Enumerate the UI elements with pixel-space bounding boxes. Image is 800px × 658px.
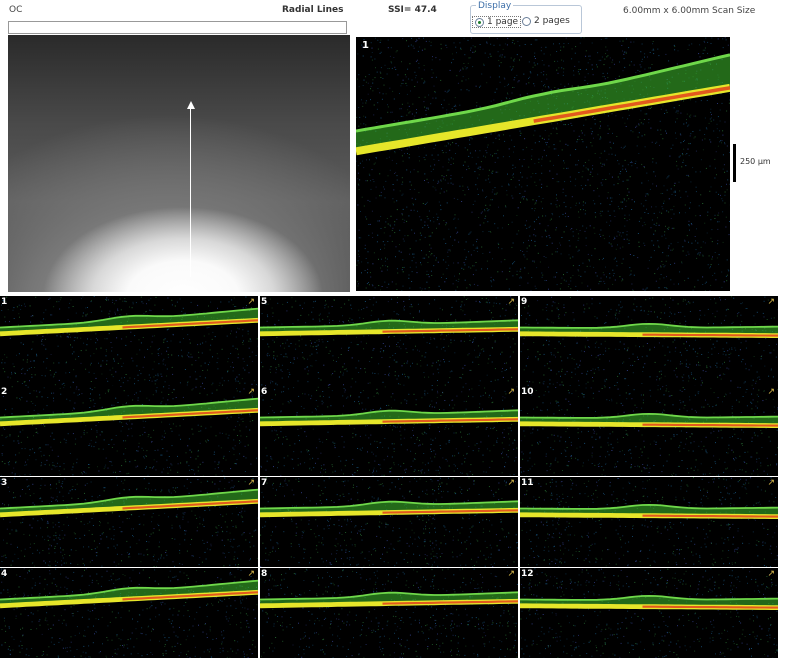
bscan-thumbnail-render: [520, 296, 778, 386]
bscan-thumbnail-number: 2: [1, 387, 8, 397]
main-bscan-image[interactable]: [356, 37, 730, 291]
radio-selected-icon[interactable]: [475, 17, 484, 27]
scan-direction-arrow-icon: ↗: [767, 387, 775, 397]
bscan-thumbnail[interactable]: 9 ↗: [520, 296, 778, 386]
enface-image-title-bar: [8, 21, 347, 34]
bscan-thumbnail[interactable]: 1 ↗: [0, 296, 258, 386]
bscan-thumbnail-render: [260, 296, 518, 386]
scan-type-label: Radial Lines: [282, 5, 344, 15]
main-bscan-number: 1: [362, 40, 369, 51]
bscan-thumbnail-number: 7: [261, 478, 268, 488]
scan-direction-arrow-icon: ↗: [767, 297, 775, 307]
bscan-thumbnail[interactable]: 8 ↗: [260, 568, 518, 658]
bscan-thumbnail[interactable]: 11 ↗: [520, 477, 778, 567]
scan-direction-arrow-icon: ↗: [507, 569, 515, 579]
ssi-label: SSI= 47.4: [388, 5, 437, 15]
bscan-thumbnail-render: [520, 568, 778, 658]
bscan-thumbnail-number: 1: [1, 297, 8, 307]
scan-direction-arrow-icon: ↗: [247, 569, 255, 579]
scale-bar-label: 250 µm: [740, 157, 771, 166]
scan-direction-arrow-icon: [187, 101, 195, 109]
scan-direction-arrow-icon: ↗: [507, 387, 515, 397]
display-option-label: 2 pages: [534, 16, 570, 26]
scan-direction-arrow-icon: ↗: [247, 297, 255, 307]
bscan-thumbnail-render: [0, 296, 258, 386]
radio-icon[interactable]: [522, 16, 531, 26]
bscan-thumbnail-render: [520, 386, 778, 476]
eye-label: OC: [9, 5, 23, 15]
bscan-thumbnail[interactable]: 6 ↗: [260, 386, 518, 476]
bscan-thumbnail[interactable]: 7 ↗: [260, 477, 518, 567]
scan-direction-arrow-icon: ↗: [767, 478, 775, 488]
bscan-thumbnail-number: 6: [261, 387, 268, 397]
bscan-thumbnail-render: [0, 568, 258, 658]
display-option-label: 1 page: [487, 17, 519, 27]
scan-direction-arrow-icon: ↗: [247, 478, 255, 488]
bscan-thumbnail-number: 9: [521, 297, 528, 307]
scan-direction-arrow-icon: ↗: [507, 297, 515, 307]
bscan-thumbnail-number: 3: [1, 478, 8, 488]
bscan-thumbnail-number: 4: [1, 569, 8, 579]
bscan-thumbnail-number: 12: [521, 569, 534, 579]
bscan-thumbnail[interactable]: 10 ↗: [520, 386, 778, 476]
display-option-1-page[interactable]: 1 page: [472, 16, 522, 28]
bscan-thumbnail[interactable]: 4 ↗: [0, 568, 258, 658]
scan-direction-arrow-icon: ↗: [507, 478, 515, 488]
bscan-thumbnail-render: [260, 477, 518, 567]
main-bscan-render: [356, 37, 730, 291]
bscan-thumbnail-number: 5: [261, 297, 268, 307]
scan-line-indicator[interactable]: [190, 109, 191, 277]
bscan-thumbnail[interactable]: 5 ↗: [260, 296, 518, 386]
bscan-thumbnail-render: [260, 386, 518, 476]
bscan-thumbnail-number: 10: [521, 387, 534, 397]
bscan-thumbnail-render: [0, 386, 258, 476]
bscan-thumbnail[interactable]: 3 ↗: [0, 477, 258, 567]
bscan-thumbnail-render: [0, 477, 258, 567]
bscan-thumbnail-number: 11: [521, 478, 534, 488]
bscan-thumbnail-render: [520, 477, 778, 567]
scale-bar: [733, 144, 736, 182]
scan-size-label: 6.00mm x 6.00mm Scan Size: [623, 6, 756, 16]
scan-direction-arrow-icon: ↗: [767, 569, 775, 579]
bscan-thumbnail[interactable]: 2 ↗: [0, 386, 258, 476]
bscan-thumbnail-number: 8: [261, 569, 268, 579]
bscan-thumbnail-render: [260, 568, 518, 658]
scan-direction-arrow-icon: ↗: [247, 387, 255, 397]
display-group-label: Display: [476, 1, 514, 11]
bscan-thumbnail[interactable]: 12 ↗: [520, 568, 778, 658]
enface-fundus-image[interactable]: [8, 35, 350, 292]
display-option-2-pages[interactable]: 2 pages: [522, 16, 570, 26]
